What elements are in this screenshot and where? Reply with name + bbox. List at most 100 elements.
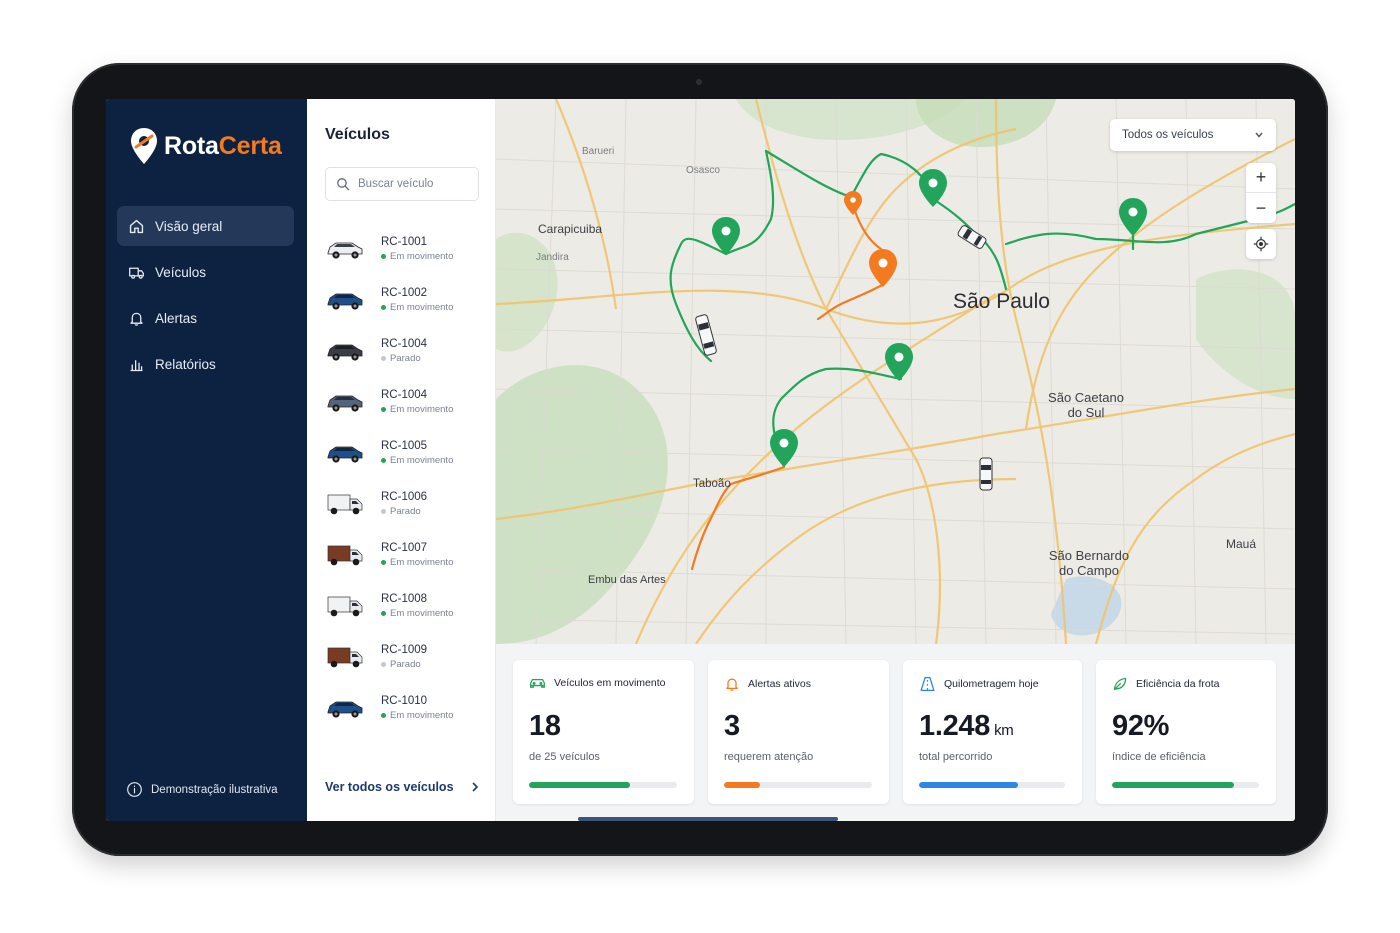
- nav-item-reports[interactable]: Relatórios: [117, 344, 294, 384]
- nav-label: Relatórios: [155, 356, 216, 372]
- vehicle-thumbnail-icon: [325, 491, 365, 517]
- card-title: Veículos em movimento: [554, 677, 666, 689]
- card-value: 18: [529, 710, 561, 743]
- status-dot-icon: [381, 559, 386, 565]
- vehicle-status: Em movimento: [381, 608, 453, 619]
- view-all-vehicles-link[interactable]: Ver todos os veículos: [325, 780, 480, 794]
- vehicle-icon: [327, 596, 363, 616]
- vehicle-thumbnail-icon: [325, 389, 365, 415]
- status-dot-icon: [381, 406, 386, 412]
- vehicle-list-item[interactable]: RC-1002 Em movimento: [325, 274, 490, 325]
- vehicle-icon: [327, 494, 363, 514]
- vehicle-status: Parado: [381, 353, 427, 364]
- bell-icon: [726, 678, 738, 691]
- card-value-number: 3: [724, 710, 740, 742]
- vehicle-list-item[interactable]: RC-1007 Em movimento: [325, 529, 490, 580]
- vehicle-list-item[interactable]: RC-1004 Parado: [325, 325, 490, 376]
- car-icon: [530, 678, 545, 688]
- vehicle-list-item[interactable]: RC-1009 Parado: [325, 631, 490, 682]
- vehicle-thumbnail-icon: [325, 287, 365, 313]
- card-subtitle: total percorrido: [919, 751, 993, 763]
- info-icon: [127, 782, 142, 797]
- vehicle-info: RC-1004 Em movimento: [381, 389, 453, 415]
- progress-fill: [1112, 782, 1234, 788]
- vehicle-thumbnail-icon: [325, 644, 365, 670]
- vehicle-thumbnail-icon: [325, 542, 365, 568]
- vehicle-info: RC-1004 Parado: [381, 338, 427, 364]
- bell-icon: [130, 312, 143, 326]
- card-header: Quilometragem hoje: [919, 676, 1039, 692]
- card-header: Alertas ativos: [724, 676, 811, 692]
- zoom-out-button[interactable]: −: [1246, 193, 1276, 223]
- vehicle-status-text: Em movimento: [390, 607, 454, 619]
- zoom-controls: + −: [1246, 163, 1276, 223]
- vehicle-info: RC-1005 Em movimento: [381, 440, 453, 466]
- nav-item-overview[interactable]: Visão geral: [117, 206, 294, 246]
- vehicle-status-text: Parado: [390, 658, 421, 670]
- vehicle-id: RC-1006: [381, 490, 428, 503]
- vehicle-search-input[interactable]: [358, 178, 468, 190]
- logo[interactable]: RotaCerta: [130, 127, 282, 165]
- card-subtitle: índice de eficiência: [1112, 751, 1206, 763]
- vehicle-list-item[interactable]: RC-1010 Em movimento: [325, 682, 490, 733]
- vehicle-list-item[interactable]: RC-1005 Em movimento: [325, 427, 490, 478]
- status-dot-icon: [381, 304, 386, 310]
- nav-label: Veículos: [155, 264, 207, 280]
- demo-notice: Demonstração ilustrativa: [126, 781, 278, 798]
- vehicle-icon: [327, 446, 363, 463]
- status-dot-icon: [381, 355, 386, 361]
- vehicle-icon: [327, 545, 363, 565]
- vehicle-list-item[interactable]: RC-1006 Parado: [325, 478, 490, 529]
- vehicle-icon: [327, 344, 363, 361]
- vehicle-id: RC-1002: [381, 286, 428, 299]
- card-value-unit: km: [994, 722, 1014, 739]
- vehicle-status: Em movimento: [381, 455, 453, 466]
- vehicle-info: RC-1007 Em movimento: [381, 542, 453, 568]
- zoom-in-button[interactable]: +: [1246, 163, 1276, 193]
- vehicle-status: Parado: [381, 506, 427, 517]
- vehicle-info: RC-1008 Em movimento: [381, 593, 453, 619]
- vehicle-id: RC-1007: [381, 541, 428, 554]
- bar-chart-icon: [130, 359, 143, 371]
- vehicle-filter-dropdown[interactable]: Todos os veículos: [1110, 119, 1276, 151]
- nav-label: Visão geral: [155, 218, 223, 234]
- vehicle-id: RC-1004: [381, 388, 428, 401]
- vehicle-icon: [327, 395, 363, 412]
- card-progress-bar: [724, 782, 872, 788]
- road-icon: [920, 676, 935, 692]
- view-all-label: Ver todos os veículos: [325, 780, 454, 794]
- main-nav: Visão geral Veículos Alertas Relatórios: [117, 206, 294, 390]
- demo-notice-text: Demonstração ilustrativa: [151, 783, 278, 796]
- scrollbar-indicator[interactable]: [578, 817, 838, 821]
- vehicle-search[interactable]: [325, 167, 479, 201]
- stat-card-alerts: Alertas ativos 3 requerem atenção: [708, 660, 889, 804]
- card-progress-bar: [529, 782, 677, 788]
- brand-name-part2: Certa: [218, 131, 282, 160]
- vehicle-status-text: Em movimento: [390, 454, 454, 466]
- map-canvas[interactable]: [496, 99, 1295, 644]
- card-value-number: 1.248: [919, 710, 991, 742]
- nav-item-alerts[interactable]: Alertas: [117, 298, 294, 338]
- vehicle-list-item[interactable]: RC-1008 Em movimento: [325, 580, 490, 631]
- status-dot-icon: [381, 508, 386, 514]
- progress-fill: [919, 782, 1019, 788]
- vehicle-list-item[interactable]: RC-1004 Em movimento: [325, 376, 490, 427]
- card-title: Alertas ativos: [748, 678, 812, 690]
- vehicle-thumbnail-icon: [325, 440, 365, 466]
- card-value: 3: [724, 710, 740, 743]
- locate-button[interactable]: [1246, 229, 1276, 259]
- app-screen: RotaCerta Visão geral Veículos Alertas R…: [106, 99, 1295, 821]
- progress-fill: [724, 782, 760, 788]
- vehicle-status: Em movimento: [381, 710, 453, 721]
- vehicle-id: RC-1004: [381, 337, 428, 350]
- status-dot-icon: [381, 610, 386, 616]
- vehicle-list-item[interactable]: RC-1001 Em movimento: [325, 223, 490, 274]
- fleet-map[interactable]: São Paulo São Caetano do Sul São Bernard…: [496, 99, 1295, 644]
- nav-item-vehicles[interactable]: Veículos: [117, 252, 294, 292]
- status-dot-icon: [381, 457, 386, 463]
- vehicle-status-text: Em movimento: [390, 403, 454, 415]
- vehicle-thumbnail-icon: [325, 593, 365, 619]
- vehicles-panel: Veículos RC-1001 Em movimento RC-1002 Em…: [307, 99, 496, 821]
- location-pin-logo-icon: [131, 128, 157, 164]
- vehicle-id: RC-1009: [381, 643, 428, 656]
